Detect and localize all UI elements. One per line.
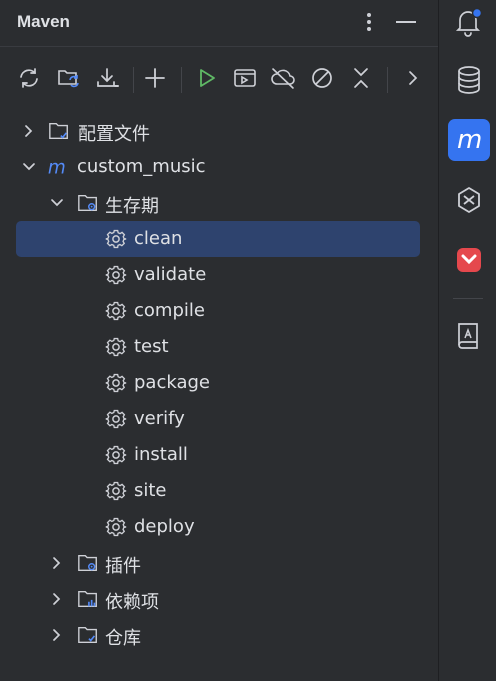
gear-icon <box>105 264 127 286</box>
tree-item-goal-deploy[interactable]: deploy <box>16 509 420 545</box>
chevron-right-icon[interactable] <box>48 590 66 608</box>
offline-mode-icon[interactable] <box>268 63 298 93</box>
tree-item-label: 依赖项 <box>105 592 159 613</box>
tree-item-label: site <box>134 480 167 501</box>
dependencies-folder-icon <box>77 588 99 610</box>
gear-icon <box>105 372 127 394</box>
plugins-folder-icon <box>77 552 99 574</box>
tree-item-project[interactable]: m custom_music <box>16 149 420 185</box>
gear-icon <box>105 480 127 502</box>
more-toolbar-icon[interactable] <box>398 63 428 93</box>
gear-icon <box>105 408 127 430</box>
chevron-right-icon[interactable] <box>48 626 66 644</box>
right-tool-strip: m <box>438 0 496 681</box>
tree-item-goal-compile[interactable]: compile <box>16 293 420 329</box>
tree-item-goal-validate[interactable]: validate <box>16 257 420 293</box>
tree-item-profiles[interactable]: 配置文件 <box>16 113 420 149</box>
tree-item-goal-site[interactable]: site <box>16 473 420 509</box>
maven-icon[interactable]: m <box>448 119 490 161</box>
tree-item-goal-clean[interactable]: clean <box>16 221 420 257</box>
more-options-icon[interactable] <box>356 8 382 36</box>
gear-icon <box>105 336 127 358</box>
tool-window-header: Maven <box>0 0 438 46</box>
gear-icon <box>105 516 127 538</box>
collapse-all-icon[interactable] <box>346 63 376 93</box>
add-project-icon[interactable] <box>140 63 170 93</box>
tree-item-lifecycle[interactable]: 生存期 <box>16 185 420 221</box>
tree-item-goal-verify[interactable]: verify <box>16 401 420 437</box>
tree-item-label: 仓库 <box>105 628 141 649</box>
database-icon[interactable] <box>448 59 490 101</box>
run-configuration-icon[interactable] <box>230 63 260 93</box>
notifications-icon[interactable] <box>448 1 490 43</box>
svg-text:m: m <box>48 157 66 178</box>
tree-item-dependencies[interactable]: 依赖项 <box>16 581 420 617</box>
chevron-down-icon[interactable] <box>48 194 66 212</box>
toolbar-separator <box>387 67 388 93</box>
chevron-right-icon[interactable] <box>20 122 38 140</box>
tree-item-goal-install[interactable]: install <box>16 437 420 473</box>
tree-item-label: test <box>134 336 169 357</box>
maven-tool-window: Maven 配置文件 m custom_music 生存期 clean vali… <box>0 0 438 681</box>
documentation-book-icon[interactable] <box>448 315 490 357</box>
chevron-down-icon[interactable] <box>20 158 38 176</box>
tree-item-goal-package[interactable]: package <box>16 365 420 401</box>
tree-item-label: 插件 <box>105 556 141 577</box>
tree-item-label: validate <box>134 264 207 285</box>
toolbar-separator <box>133 67 134 93</box>
lifecycle-folder-icon <box>77 192 99 214</box>
tree-item-label: package <box>134 372 210 393</box>
chevron-right-icon[interactable] <box>48 554 66 572</box>
profiles-folder-icon <box>48 120 70 142</box>
plugin-red-icon[interactable] <box>448 239 490 281</box>
run-icon[interactable] <box>192 63 222 93</box>
maven-project-icon: m <box>47 156 69 178</box>
tree-item-label: custom_music <box>77 156 206 177</box>
tree-item-label: install <box>134 444 188 465</box>
download-sources-icon[interactable] <box>92 63 122 93</box>
reload-all-icon[interactable] <box>14 63 44 93</box>
skip-tests-icon[interactable] <box>307 63 337 93</box>
ai-assistant-icon[interactable] <box>448 179 490 221</box>
tool-strip-separator <box>453 298 483 299</box>
tree-item-label: deploy <box>134 516 195 537</box>
minimize-icon[interactable] <box>393 8 419 36</box>
tree-item-plugins[interactable]: 插件 <box>16 545 420 581</box>
tree-item-repositories[interactable]: 仓库 <box>16 617 420 653</box>
tree-item-label: clean <box>134 228 183 249</box>
tree-item-label: 配置文件 <box>78 124 150 145</box>
svg-text:m: m <box>457 127 482 153</box>
maven-toolbar <box>0 46 438 113</box>
gear-icon <box>105 300 127 322</box>
gear-icon <box>105 444 127 466</box>
reload-project-icon[interactable] <box>54 63 84 93</box>
tool-window-title: Maven <box>17 12 70 31</box>
tree-item-label: compile <box>134 300 205 321</box>
gear-icon <box>105 228 127 250</box>
repositories-folder-icon <box>77 624 99 646</box>
tree-item-goal-test[interactable]: test <box>16 329 420 365</box>
toolbar-separator <box>181 67 182 93</box>
tree-item-label: verify <box>134 408 185 429</box>
tree-item-label: 生存期 <box>105 196 159 217</box>
